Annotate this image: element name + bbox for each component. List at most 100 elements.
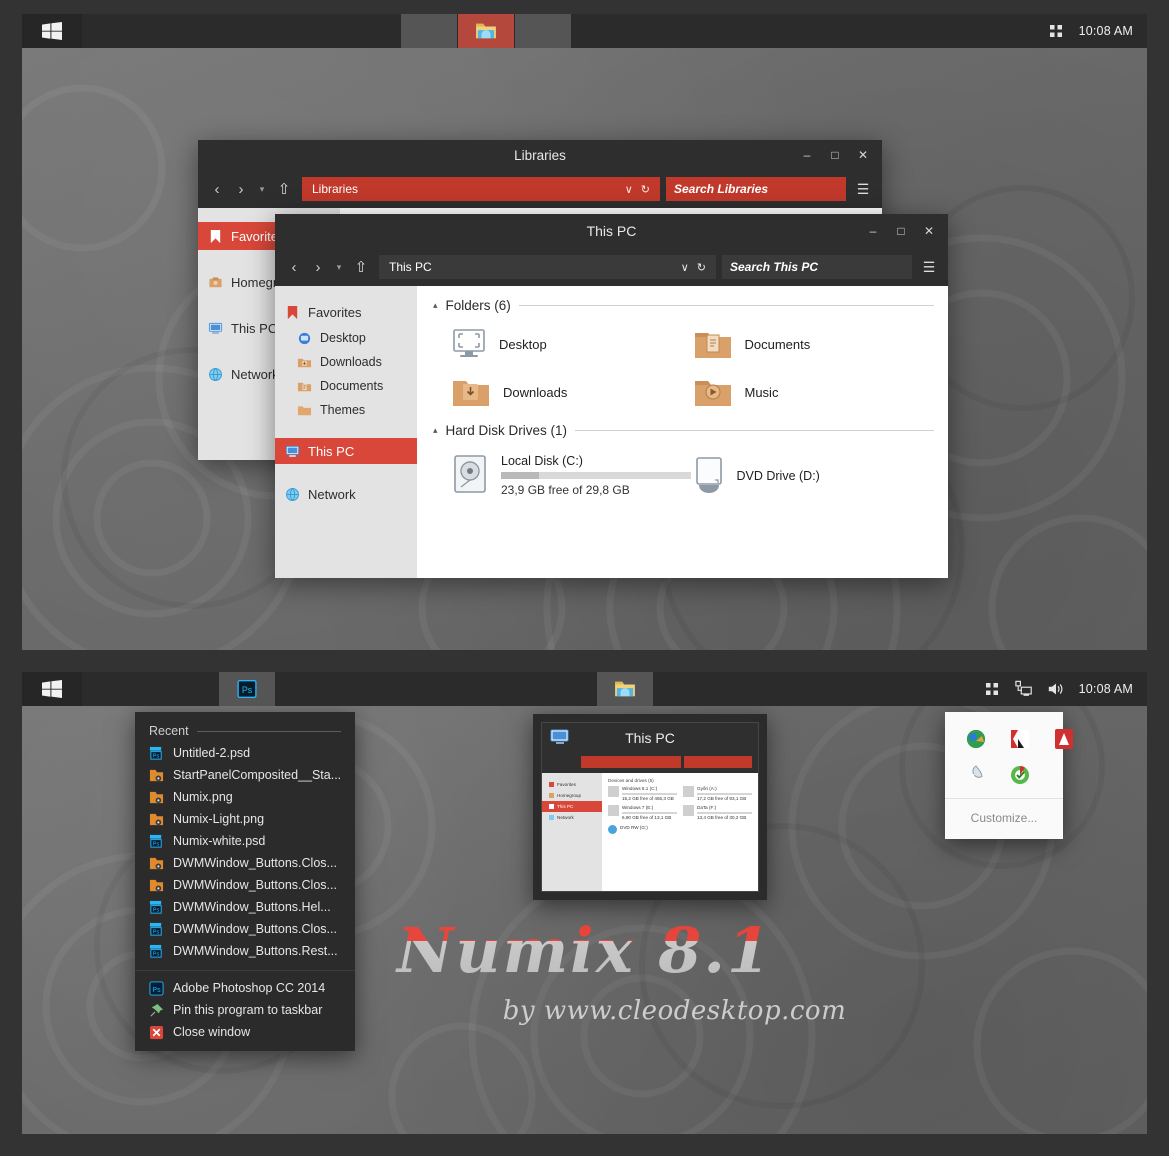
- taskbar-task-file-explorer[interactable]: [457, 14, 514, 48]
- this-pc-address-bar[interactable]: This PC ∨ ↻: [379, 255, 716, 279]
- jumplist-action-pin[interactable]: Pin this program to taskbar: [135, 999, 355, 1021]
- history-chevron-down-icon[interactable]: ▾: [254, 176, 270, 202]
- libraries-window-controls[interactable]: – □ ✕: [794, 140, 876, 170]
- top-taskbar[interactable]: 10:08 AM: [22, 14, 1147, 48]
- taskbar-thumbnail-preview[interactable]: This PC Favorites Homegroup This PC Netw…: [533, 714, 767, 900]
- sidebar-item-themes[interactable]: Themes: [275, 398, 417, 422]
- this-pc-content-area[interactable]: ▴ Folders (6) Desktop Documents Download…: [417, 286, 948, 578]
- refresh-icon[interactable]: ↻: [697, 261, 706, 274]
- menu-hamburger-icon[interactable]: ☰: [852, 176, 874, 202]
- tray-icon-grid[interactable]: [945, 712, 1073, 798]
- up-arrow-icon[interactable]: ⇧: [349, 254, 373, 280]
- menu-hamburger-icon[interactable]: ☰: [918, 254, 940, 280]
- maximize-icon[interactable]: □: [822, 142, 848, 168]
- jumplist-recent-item[interactable]: Ps Untitled-2.psd: [135, 742, 355, 764]
- jumplist-recent-item[interactable]: DWMWindow_Buttons.Clos...: [135, 852, 355, 874]
- minimize-icon[interactable]: –: [860, 218, 886, 244]
- sidebar-item-favorites[interactable]: Favorites: [275, 300, 417, 324]
- photoshop-jumplist[interactable]: Recent Ps Untitled-2.psd StartPanelCompo…: [135, 712, 355, 1051]
- collapse-triangle-icon[interactable]: ▴: [433, 300, 438, 311]
- folder-item-desktop[interactable]: Desktop: [451, 327, 693, 361]
- sidebar-item-desktop[interactable]: Desktop: [275, 326, 417, 350]
- taskbar-clock[interactable]: 10:08 AM: [1079, 24, 1133, 38]
- folder-item-documents[interactable]: Documents: [693, 327, 935, 361]
- thumbnail-window-preview[interactable]: This PC Favorites Homegroup This PC Netw…: [541, 722, 759, 892]
- libraries-search-box[interactable]: Search Libraries: [666, 177, 846, 201]
- jumplist-recent-item[interactable]: Numix-Light.png: [135, 808, 355, 830]
- kaspersky-icon[interactable]: [1007, 726, 1033, 752]
- jumplist-recent-item[interactable]: Numix.png: [135, 786, 355, 808]
- taskbar-clock[interactable]: 10:08 AM: [1079, 682, 1133, 696]
- drive-item-dvd-drive-d[interactable]: DVD Drive (D:): [693, 454, 935, 497]
- refresh-icon[interactable]: ↻: [641, 183, 650, 196]
- volume-icon[interactable]: [1047, 680, 1065, 698]
- jumplist-recent-item[interactable]: StartPanelComposited__Sta...: [135, 764, 355, 786]
- taskbar-task-file-explorer[interactable]: [596, 672, 653, 706]
- forward-icon[interactable]: ›: [230, 176, 252, 202]
- back-icon[interactable]: ‹: [283, 254, 305, 280]
- jumplist-recent-item[interactable]: Ps DWMWindow_Buttons.Hel...: [135, 896, 355, 918]
- address-path-text: Libraries: [312, 182, 359, 196]
- jumplist-recent-item[interactable]: Ps Numix-white.psd: [135, 830, 355, 852]
- this-pc-window[interactable]: This PC – □ ✕ ‹ › ▾ ⇧ This PC ∨ ↻ Search…: [275, 214, 948, 578]
- top-taskbar-tasks[interactable]: [400, 14, 720, 48]
- close-icon[interactable]: ✕: [916, 218, 942, 244]
- maximize-icon[interactable]: □: [888, 218, 914, 244]
- jumplist-action-label: Adobe Photoshop CC 2014: [173, 981, 326, 995]
- network-icon[interactable]: [1014, 680, 1033, 698]
- close-icon[interactable]: ✕: [850, 142, 876, 168]
- folder-item-music[interactable]: Music: [693, 375, 935, 409]
- this-pc-nav-group[interactable]: ‹ › ▾ ⇧: [283, 254, 373, 280]
- sidebar-item-this-pc[interactable]: This PC: [275, 438, 417, 464]
- libraries-toolbar[interactable]: ‹ › ▾ ⇧ Libraries ∨ ↻ Search Libraries ☰: [198, 170, 882, 208]
- jumplist-action-close[interactable]: Close window: [135, 1021, 355, 1043]
- history-chevron-down-icon[interactable]: ▾: [331, 254, 347, 280]
- drive-item-local-disk-c[interactable]: Local Disk (C:) 23,9 GB free of 29,8 GB: [451, 454, 693, 497]
- jumplist-recent-item[interactable]: Ps DWMWindow_Buttons.Clos...: [135, 918, 355, 940]
- this-pc-toolbar[interactable]: ‹ › ▾ ⇧ This PC ∨ ↻ Search This PC ☰: [275, 248, 948, 286]
- taskbar-task-3[interactable]: [514, 14, 571, 48]
- up-arrow-icon[interactable]: ⇧: [272, 176, 296, 202]
- libraries-address-bar[interactable]: Libraries ∨ ↻: [302, 177, 660, 201]
- this-pc-window-controls[interactable]: – □ ✕: [860, 214, 942, 248]
- this-pc-title-bar[interactable]: This PC – □ ✕: [275, 214, 948, 248]
- bottom-taskbar-tray[interactable]: 10:08 AM: [975, 672, 1147, 706]
- back-icon[interactable]: ‹: [206, 176, 228, 202]
- water-drop-icon[interactable]: [963, 762, 989, 788]
- this-pc-search-box[interactable]: Search This PC: [722, 255, 912, 279]
- start-button[interactable]: [22, 672, 82, 706]
- show-hidden-icons-icon[interactable]: [1047, 22, 1065, 40]
- show-hidden-icons-icon[interactable]: [983, 680, 1001, 698]
- sidebar-item-downloads[interactable]: Downloads: [275, 350, 417, 374]
- jumplist-recent-item[interactable]: DWMWindow_Buttons.Clos...: [135, 874, 355, 896]
- this-pc-sidebar[interactable]: Favorites Desktop Downloads Documents Th…: [275, 286, 417, 578]
- forward-icon[interactable]: ›: [307, 254, 329, 280]
- start-button[interactable]: [22, 14, 82, 48]
- taskbar-task-1[interactable]: [400, 14, 457, 48]
- address-chevron-down-icon[interactable]: ∨: [681, 261, 689, 274]
- jumplist-recent-item[interactable]: Ps DWMWindow_Buttons.Rest...: [135, 940, 355, 962]
- green-shield-icon[interactable]: [1007, 762, 1033, 788]
- folder-item-downloads[interactable]: Downloads: [451, 375, 693, 409]
- libraries-nav-group[interactable]: ‹ › ▾ ⇧: [206, 176, 296, 202]
- collapse-triangle-icon[interactable]: ▴: [433, 425, 438, 436]
- sidebar-item-documents[interactable]: Documents: [275, 374, 417, 398]
- address-chevron-down-icon[interactable]: ∨: [625, 183, 633, 196]
- taskbar-task-photoshop[interactable]: Ps: [219, 672, 275, 706]
- sidebar-item-network[interactable]: Network: [275, 482, 417, 506]
- group-header-folders[interactable]: ▴ Folders (6): [433, 298, 934, 313]
- jumplist-actions[interactable]: Ps Adobe Photoshop CC 2014 Pin this prog…: [135, 977, 355, 1051]
- jumplist-action-open-app[interactable]: Ps Adobe Photoshop CC 2014: [135, 977, 355, 999]
- computer-icon: [550, 729, 569, 744]
- top-taskbar-tray[interactable]: 10:08 AM: [1039, 14, 1147, 48]
- libraries-title-bar[interactable]: Libraries – □ ✕: [198, 140, 882, 170]
- drive-usage-bar: [501, 472, 691, 479]
- customize-button[interactable]: Customize...: [945, 798, 1063, 839]
- bottom-taskbar[interactable]: Ps 10:08 AM: [22, 672, 1147, 706]
- thumbnail-drive: Windows 7 (E:) 6,90 GB free of 13,1 GB: [608, 805, 677, 820]
- tray-overflow-flyout[interactable]: Customize...: [945, 712, 1073, 839]
- group-header-hard-disk-drives[interactable]: ▴ Hard Disk Drives (1): [433, 423, 934, 438]
- download-manager-icon[interactable]: [963, 726, 989, 752]
- vlc-icon[interactable]: [1051, 726, 1077, 752]
- minimize-icon[interactable]: –: [794, 142, 820, 168]
